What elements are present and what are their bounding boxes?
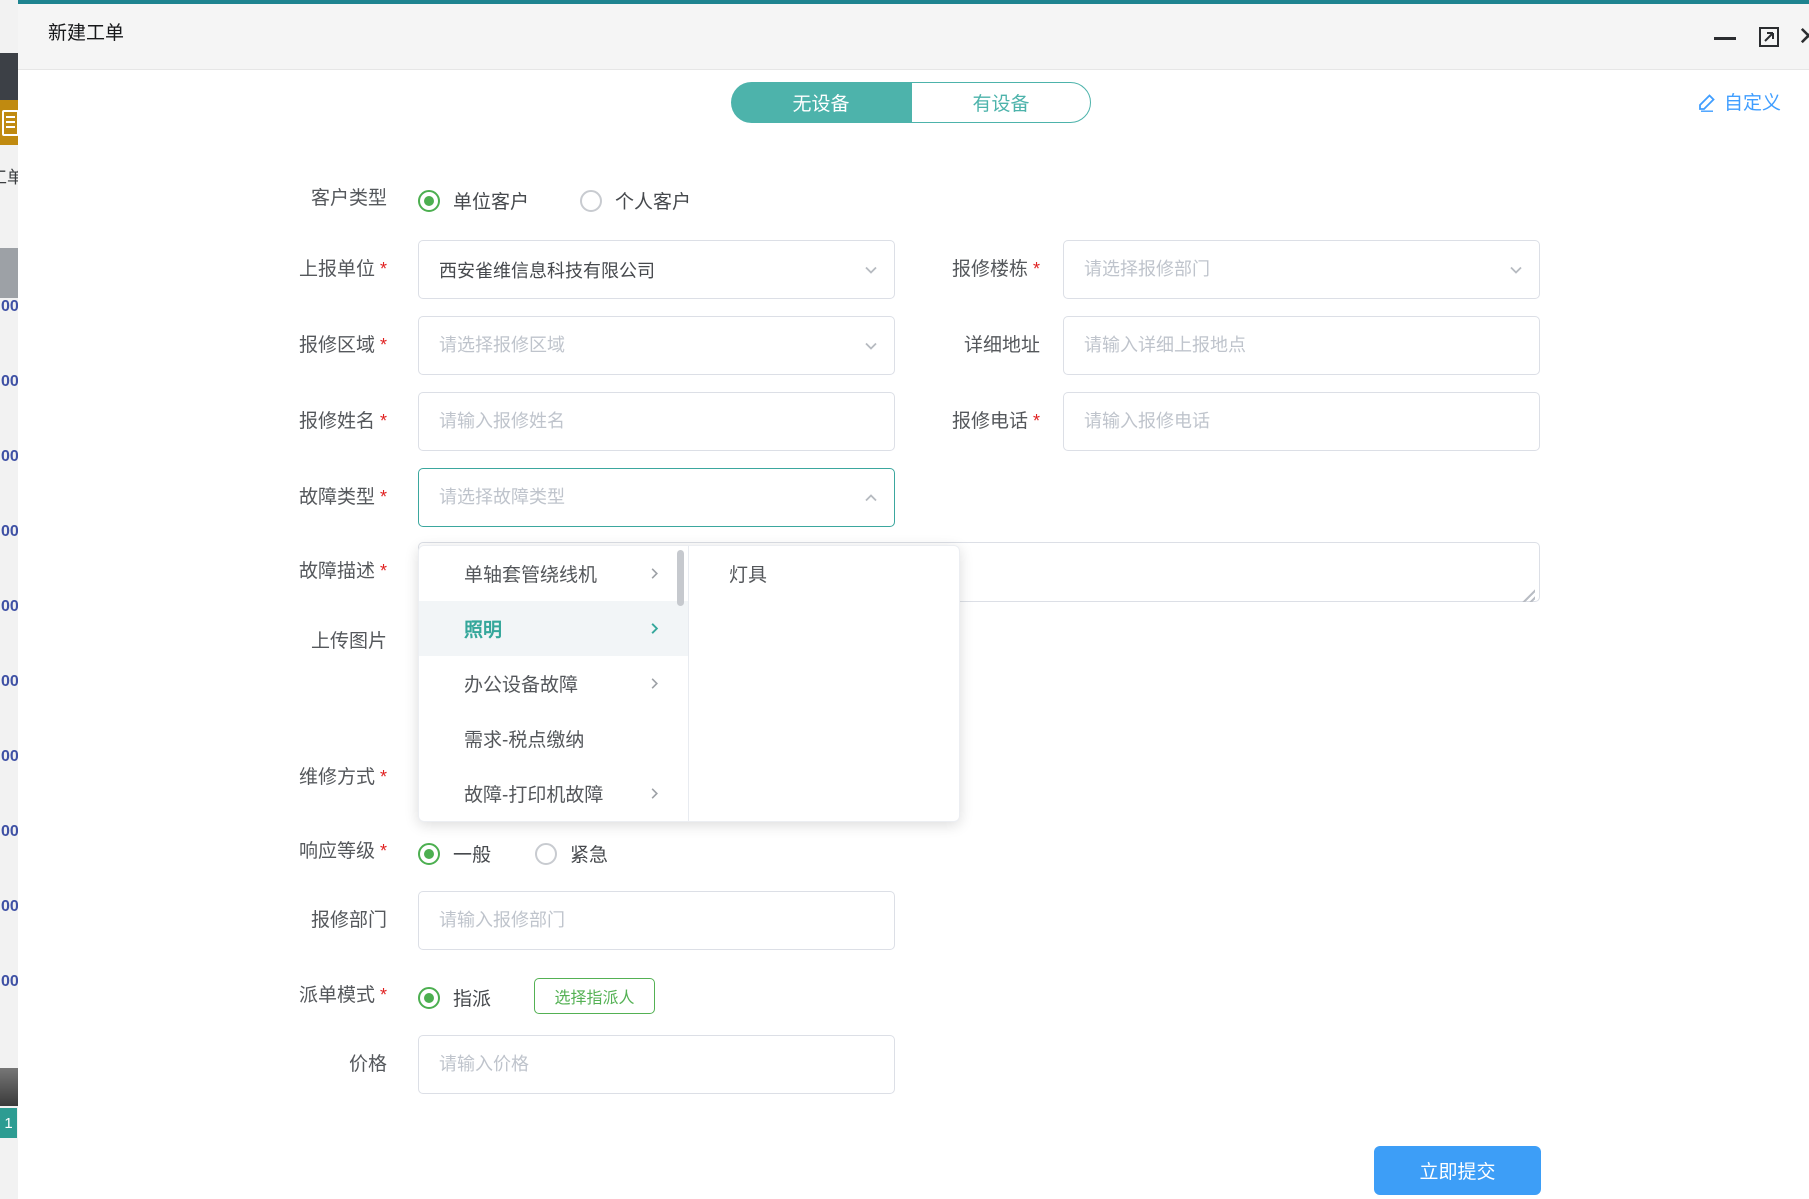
background-number: 00 bbox=[1, 523, 19, 541]
label-fault-type: 故障类型 bbox=[200, 468, 387, 527]
radio-assign[interactable]: 指派 bbox=[418, 984, 491, 1011]
price-input[interactable] bbox=[418, 1035, 895, 1094]
label-name: 报修姓名 bbox=[200, 392, 387, 451]
background-number: 00 bbox=[1, 298, 19, 316]
radio-label: 紧急 bbox=[570, 840, 608, 867]
chevron-right-icon bbox=[647, 621, 662, 636]
radio-unit-customer[interactable]: 单位客户 bbox=[418, 187, 529, 214]
dropdown-item-lamps[interactable]: 灯具 bbox=[689, 546, 959, 601]
background-number: 00 bbox=[1, 823, 19, 841]
background-number: 00 bbox=[1, 673, 19, 691]
radio-unselected-icon bbox=[535, 843, 557, 865]
background-page-badge: 1 bbox=[0, 1108, 17, 1138]
radio-label: 个人客户 bbox=[615, 187, 691, 214]
fault-type-select[interactable] bbox=[418, 468, 895, 527]
radio-selected-icon bbox=[418, 843, 440, 865]
label-upload: 上传图片 bbox=[200, 612, 387, 671]
name-input[interactable] bbox=[418, 392, 895, 451]
address-field[interactable] bbox=[1063, 316, 1540, 375]
label-address: 详细地址 bbox=[860, 316, 1040, 375]
fault-type-dropdown: 单轴套管绕线机 照明 办公设备故障 需求-税点缴纳 bbox=[418, 545, 960, 822]
chevron-right-icon bbox=[647, 566, 662, 581]
dropdown-scrollbar-thumb[interactable] bbox=[677, 550, 684, 606]
report-dept-field[interactable] bbox=[418, 891, 895, 950]
label-building: 报修楼栋 bbox=[860, 240, 1040, 299]
label-phone: 报修电话 bbox=[860, 392, 1040, 451]
phone-input[interactable] bbox=[1063, 392, 1540, 451]
radio-label: 单位客户 bbox=[453, 187, 529, 214]
name-field[interactable] bbox=[418, 392, 895, 451]
chevron-right-icon bbox=[647, 786, 662, 801]
label-response-level: 响应等级 bbox=[200, 822, 387, 881]
dropdown-item-tax-payment[interactable]: 需求-税点缴纳 bbox=[419, 711, 688, 766]
label-price: 价格 bbox=[200, 1035, 387, 1094]
background-table-header-fragment bbox=[0, 248, 18, 298]
close-button[interactable]: ✕ bbox=[1790, 4, 1809, 69]
background-number: 00 bbox=[1, 898, 19, 916]
background-number: 00 bbox=[1, 373, 19, 391]
area-select[interactable] bbox=[418, 316, 895, 375]
label-report-dept: 报修部门 bbox=[200, 891, 387, 950]
maximize-button[interactable] bbox=[1754, 4, 1784, 69]
building-input[interactable] bbox=[1063, 240, 1540, 299]
background-number: 00 bbox=[1, 448, 19, 466]
phone-field[interactable] bbox=[1063, 392, 1540, 451]
dropdown-level1: 单轴套管绕线机 照明 办公设备故障 需求-税点缴纳 bbox=[419, 546, 689, 821]
label-report-unit: 上报单位 bbox=[200, 240, 387, 299]
report-unit-input[interactable] bbox=[418, 240, 895, 299]
choose-assignee-button[interactable]: 选择指派人 bbox=[534, 978, 655, 1014]
tab-no-device[interactable]: 无设备 bbox=[731, 82, 911, 123]
background-number: 00 bbox=[1, 598, 19, 616]
dropdown-item-winding-machine[interactable]: 单轴套管绕线机 bbox=[419, 546, 688, 601]
submit-button[interactable]: 立即提交 bbox=[1374, 1146, 1541, 1195]
background-number: 00 bbox=[1, 748, 19, 766]
address-input[interactable] bbox=[1063, 316, 1540, 375]
radio-label: 一般 bbox=[453, 840, 491, 867]
dropdown-item-office-equipment[interactable]: 办公设备故障 bbox=[419, 656, 688, 711]
report-dept-input[interactable] bbox=[418, 891, 895, 950]
report-unit-select[interactable] bbox=[418, 240, 895, 299]
label-customer-type: 客户类型 bbox=[200, 169, 387, 228]
label-repair-method: 维修方式 bbox=[200, 748, 387, 807]
resize-grip-icon[interactable] bbox=[1521, 588, 1535, 602]
background-page-strip: 工单 00 00 00 00 00 00 00 00 00 00 1 bbox=[0, 0, 18, 1199]
label-area: 报修区域 bbox=[200, 316, 387, 375]
background-app-logo bbox=[0, 100, 18, 145]
document-icon bbox=[2, 110, 19, 136]
customize-link[interactable]: 自定义 bbox=[1697, 88, 1781, 115]
radio-selected-icon bbox=[418, 190, 440, 212]
area-input[interactable] bbox=[418, 316, 895, 375]
radio-selected-icon bbox=[418, 987, 440, 1009]
radio-unselected-icon bbox=[580, 190, 602, 212]
radio-label: 指派 bbox=[453, 984, 491, 1011]
building-select[interactable] bbox=[1063, 240, 1540, 299]
dropdown-item-lighting[interactable]: 照明 bbox=[419, 601, 688, 656]
dialog-top-accent-line bbox=[18, 0, 1809, 4]
label-dispatch-mode: 派单模式 bbox=[200, 966, 387, 1025]
background-sidebar-fragment bbox=[0, 53, 18, 100]
fault-type-input[interactable] bbox=[418, 468, 895, 527]
radio-personal-customer[interactable]: 个人客户 bbox=[580, 187, 691, 214]
close-icon: ✕ bbox=[1798, 21, 1809, 52]
radio-level-normal[interactable]: 一般 bbox=[418, 840, 491, 867]
minimize-button[interactable] bbox=[1710, 4, 1740, 69]
background-number: 00 bbox=[1, 973, 19, 991]
background-menu-fragment: 工单 bbox=[0, 163, 20, 188]
dropdown-item-printer-fault[interactable]: 故障-打印机故障 bbox=[419, 766, 688, 821]
edit-pencil-icon bbox=[1697, 92, 1717, 112]
dialog-titlebar: 新建工单 ✕ bbox=[18, 4, 1809, 70]
customize-label: 自定义 bbox=[1724, 88, 1781, 115]
dropdown-level2: 灯具 bbox=[689, 546, 959, 821]
background-scroll-fragment bbox=[0, 1068, 18, 1106]
dialog-title: 新建工单 bbox=[48, 4, 124, 69]
label-fault-desc: 故障描述 bbox=[200, 542, 387, 601]
device-tabs: 无设备 有设备 bbox=[731, 82, 1091, 123]
price-field[interactable] bbox=[418, 1035, 895, 1094]
chevron-right-icon bbox=[647, 676, 662, 691]
minimize-icon bbox=[1714, 37, 1736, 40]
radio-level-urgent[interactable]: 紧急 bbox=[535, 840, 608, 867]
maximize-icon bbox=[1757, 25, 1781, 49]
screen: 工单 00 00 00 00 00 00 00 00 00 00 1 新建工单 ✕ 无设备 有设备… bbox=[0, 0, 1809, 1199]
tab-has-device[interactable]: 有设备 bbox=[911, 82, 1091, 123]
